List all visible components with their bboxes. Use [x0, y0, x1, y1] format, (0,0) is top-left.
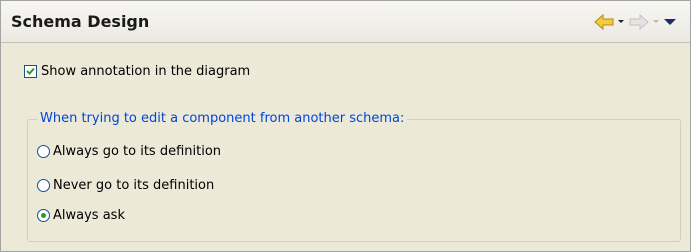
radio-option-always-ask[interactable]: Always ask	[37, 206, 125, 224]
radio-option-never-go[interactable]: Never go to its definition	[37, 176, 214, 194]
radio-label: Never go to its definition	[53, 177, 215, 193]
show-annotation-option[interactable]: Show annotation in the diagram	[24, 62, 250, 80]
show-annotation-checkbox[interactable]	[24, 64, 37, 78]
radio-label: Always ask	[53, 207, 125, 223]
page-header: Schema Design	[1, 1, 690, 43]
radio-button[interactable]	[37, 144, 50, 158]
radio-option-always-go[interactable]: Always go to its definition	[37, 142, 221, 160]
radio-selected-dot	[41, 212, 46, 218]
page-title: Schema Design	[11, 12, 150, 31]
view-menu-icon	[664, 19, 676, 25]
checkmark-icon	[26, 67, 35, 75]
view-menu-button[interactable]	[662, 13, 678, 31]
radio-button[interactable]	[37, 178, 50, 192]
show-annotation-label: Show annotation in the diagram	[41, 63, 251, 79]
forward-arrow-icon	[629, 13, 659, 31]
radio-button-selected[interactable]	[37, 208, 50, 222]
forward-button	[629, 13, 659, 31]
radio-label: Always go to its definition	[53, 143, 222, 159]
edit-behavior-legend: When trying to edit a component from ano…	[37, 111, 408, 126]
preference-page: Schema Design Show annotation in the dia…	[0, 0, 691, 252]
back-button[interactable]	[594, 13, 624, 31]
back-arrow-icon	[594, 13, 624, 31]
